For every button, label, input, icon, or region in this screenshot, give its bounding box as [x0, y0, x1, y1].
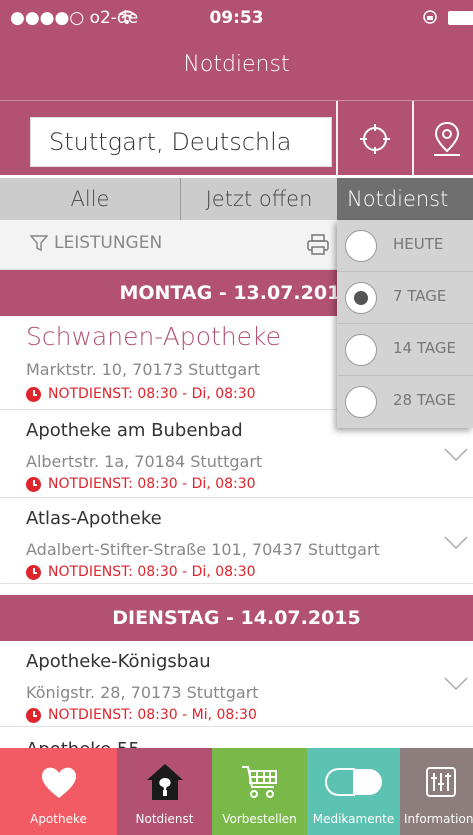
tab-label: Notdienst	[135, 812, 194, 826]
tab-medikamente[interactable]: Medikamente	[307, 748, 400, 835]
date-header: DIENSTAG - 14.07.2015	[0, 595, 473, 641]
pharmacy-name: Apotheke-Königsbau	[26, 651, 211, 672]
tab-label: Medikamente	[312, 812, 395, 826]
filter-icon	[30, 235, 48, 252]
pharmacy-name: Apotheke 55	[26, 739, 140, 748]
duty-hours-label: NOTDIENST: 08:30 - Di, 08:30	[48, 564, 256, 580]
duty-hours-label: NOTDIENST: 08:30 - Mi, 08:30	[48, 707, 257, 723]
page-title: Notdienst	[183, 52, 290, 77]
duty-hours: NOTDIENST: 08:30 - Di, 08:30	[26, 386, 256, 402]
header: ●●●●○ o2-de 09:53 Notdienst	[0, 0, 473, 176]
tab-jetzt-offen[interactable]: Jetzt offen	[181, 178, 337, 220]
tab-notdienst-nav[interactable]: Notdienst	[117, 748, 212, 835]
duty-hours: NOTDIENST: 08:30 - Mi, 08:30	[26, 707, 257, 723]
pharmacy-address: Adalbert-Stifter-Straße 101, 70437 Stutt…	[26, 540, 380, 559]
crosshair-icon	[360, 123, 390, 154]
clock-icon	[26, 386, 41, 402]
list-item[interactable]: Atlas-Apotheke Adalbert-Stifter-Straße 1…	[0, 498, 473, 584]
sliders-icon	[426, 767, 456, 797]
clock-time: 09:53	[209, 8, 264, 28]
chevron-down-icon[interactable]	[444, 677, 468, 691]
list-item[interactable]: Apotheke-Königsbau Königstr. 28, 70173 S…	[0, 641, 473, 727]
pharmacy-name: Atlas-Apotheke	[26, 508, 162, 529]
radio-button[interactable]	[345, 230, 377, 262]
bottom-tab-bar: Apotheke Notdienst Vorbestellen Medikame…	[0, 748, 473, 835]
period-option-label: HEUTE	[393, 235, 444, 253]
status-bar: ●●●●○ o2-de 09:53	[0, 0, 473, 36]
pharmacy-name: Schwanen-Apotheke	[26, 322, 282, 351]
period-option-7-tage[interactable]: 7 TAGE	[337, 272, 473, 324]
search-row	[0, 100, 473, 176]
radio-button[interactable]	[345, 386, 377, 418]
printer-icon[interactable]	[306, 234, 330, 256]
tab-apotheke[interactable]: Apotheke	[0, 748, 117, 835]
tab-label: Apotheke	[30, 812, 87, 826]
pharmacy-name: Apotheke am Bubenbad	[26, 420, 243, 441]
capsule-icon	[324, 768, 382, 796]
chevron-down-icon[interactable]	[444, 448, 468, 462]
period-option-label: 28 TAGE	[393, 391, 456, 409]
heart-icon	[41, 767, 76, 798]
tab-notdienst[interactable]: Notdienst	[337, 178, 473, 220]
duty-hours-label: NOTDIENST: 08:30 - Di, 08:30	[48, 476, 256, 492]
leistungen-label: LEISTUNGEN	[54, 233, 163, 253]
pharmacy-address: Marktstr. 10, 70173 Stuttgart	[26, 360, 261, 379]
period-option-28-tage[interactable]: 28 TAGE	[337, 376, 473, 428]
battery-icon	[448, 11, 473, 25]
period-dropdown: HEUTE 7 TAGE 14 TAGE 28 TAGE	[337, 220, 473, 428]
radio-button[interactable]	[345, 334, 377, 366]
map-pin-icon	[434, 121, 460, 156]
period-option-14-tage[interactable]: 14 TAGE	[337, 324, 473, 376]
leistungen-filter-button[interactable]: LEISTUNGEN	[30, 233, 162, 253]
tab-information[interactable]: Information	[400, 748, 473, 835]
shopping-cart-icon	[241, 766, 277, 798]
rotation-lock-icon	[423, 10, 437, 24]
period-option-label: 7 TAGE	[393, 287, 447, 305]
duty-hours: NOTDIENST: 08:30 - Di, 08:30	[26, 476, 256, 492]
list-item[interactable]: Apotheke 55	[0, 727, 473, 748]
pharmacy-address: Albertstr. 1a, 70184 Stuttgart	[26, 452, 263, 471]
location-search-input[interactable]	[30, 117, 332, 167]
locate-button[interactable]	[338, 101, 412, 176]
clock-icon	[26, 564, 41, 580]
map-button[interactable]	[414, 101, 473, 176]
duty-hours: NOTDIENST: 08:30 - Di, 08:30	[26, 564, 256, 580]
tab-alle[interactable]: Alle	[0, 178, 180, 220]
clock-icon	[26, 707, 41, 723]
clock-icon	[26, 476, 41, 492]
tab-vorbestellen[interactable]: Vorbestellen	[212, 748, 307, 835]
radio-button-selected[interactable]	[345, 282, 377, 314]
tab-label: Vorbestellen	[222, 812, 297, 826]
duty-hours-label: NOTDIENST: 08:30 - Di, 08:30	[48, 386, 256, 402]
chevron-down-icon[interactable]	[444, 536, 468, 550]
period-option-label: 14 TAGE	[393, 339, 456, 357]
tab-label: Information	[404, 812, 473, 826]
pharmacy-address: Königstr. 28, 70173 Stuttgart	[26, 683, 259, 702]
period-option-heute[interactable]: HEUTE	[337, 220, 473, 272]
filter-tabs: Alle Jetzt offen Notdienst	[0, 178, 473, 220]
pharmacy-house-icon	[146, 764, 183, 800]
